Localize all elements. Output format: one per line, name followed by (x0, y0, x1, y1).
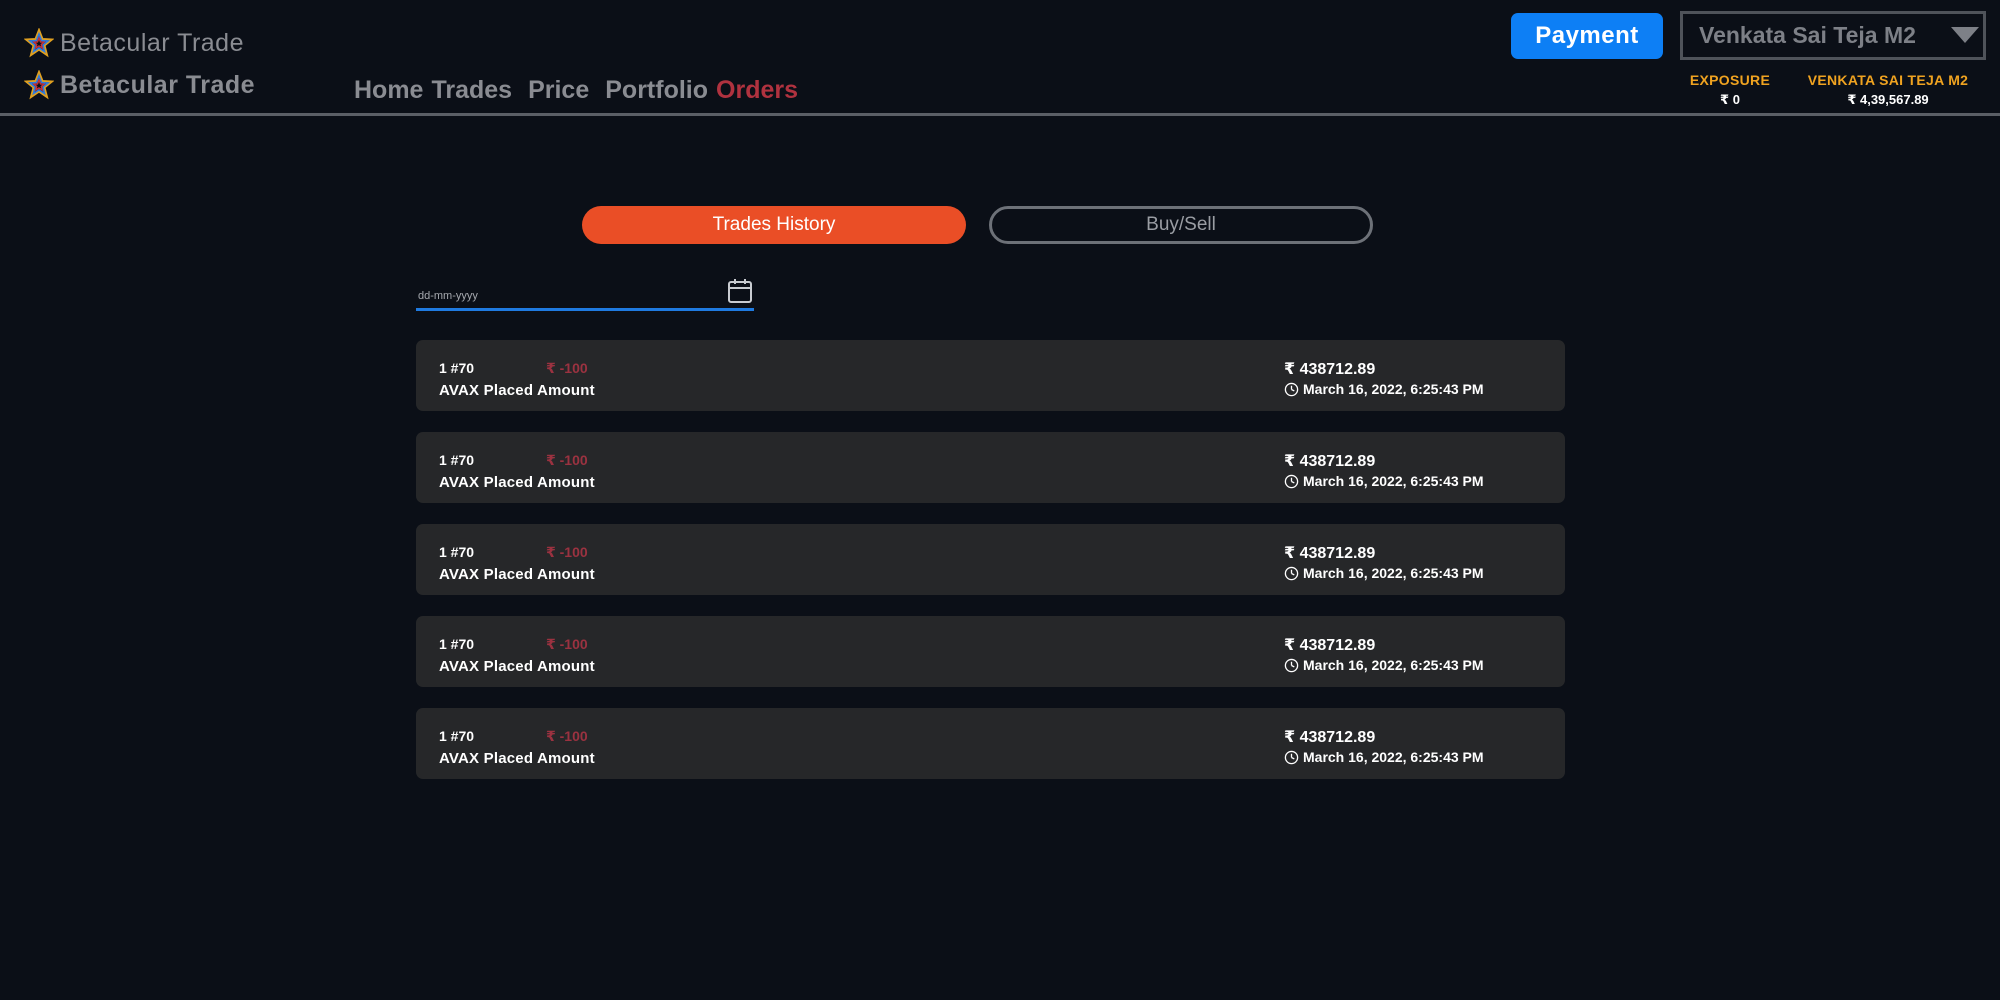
tab-buy-sell[interactable]: Buy/Sell (989, 206, 1373, 244)
star-logo-icon (24, 70, 54, 100)
trade-time-text: March 16, 2022, 6:25:43 PM (1303, 473, 1484, 489)
balance-label: VENKATA SAI TEJA M2 (1807, 72, 1969, 88)
balance-stat: VENKATA SAI TEJA M2 ₹ 4,39,567.89 (1800, 72, 1976, 108)
trade-time-text: March 16, 2022, 6:25:43 PM (1303, 749, 1484, 765)
clock-icon (1284, 474, 1299, 488)
nav-orders[interactable]: Orders (716, 76, 798, 105)
nav-trades[interactable]: Trades (431, 76, 512, 105)
nav-price[interactable]: Price (528, 76, 589, 105)
trade-row[interactable]: 1 #70 ₹ -100 AVAX Placed Amount ₹ 438712… (416, 432, 1565, 503)
exposure-value: ₹ 0 (1720, 92, 1740, 107)
trade-qty: 1 #70 (439, 544, 475, 560)
balance-value: ₹ 4,39,567.89 (1847, 92, 1929, 107)
user-dropdown[interactable]: Venkata Sai Teja M2 (1680, 11, 1986, 60)
tab-trades-history[interactable]: Trades History (582, 206, 966, 244)
caret-down-icon (1951, 27, 1979, 43)
star-logo-icon (24, 28, 54, 58)
payment-button[interactable]: Payment (1511, 13, 1663, 59)
calendar-icon[interactable] (727, 278, 753, 304)
trade-row[interactable]: 1 #70 ₹ -100 AVAX Placed Amount ₹ 438712… (416, 616, 1565, 687)
trade-description: AVAX Placed Amount (439, 382, 595, 399)
exposure-stat: EXPOSURE ₹ 0 (1680, 72, 1780, 108)
trade-amount: ₹ 438712.89 (1284, 453, 1376, 470)
trade-delta: ₹ -100 (546, 544, 588, 560)
trade-qty: 1 #70 (439, 452, 475, 468)
trade-time: March 16, 2022, 6:25:43 PM (1284, 473, 1484, 489)
trade-time-text: March 16, 2022, 6:25:43 PM (1303, 565, 1484, 581)
trade-description: AVAX Placed Amount (439, 566, 595, 583)
nav-home[interactable]: Home (354, 76, 423, 105)
trade-amount: ₹ 438712.89 (1284, 361, 1376, 378)
trade-delta: ₹ -100 (546, 360, 588, 376)
top-header: Betacular Trade Betacular Trade Home Tra… (0, 0, 2000, 116)
brand-name: Betacular Trade (60, 70, 256, 99)
trade-row[interactable]: 1 #70 ₹ -100 AVAX Placed Amount ₹ 438712… (416, 524, 1565, 595)
trade-row[interactable]: 1 #70 ₹ -100 AVAX Placed Amount ₹ 438712… (416, 340, 1565, 411)
trade-list: 1 #70 ₹ -100 AVAX Placed Amount ₹ 438712… (416, 340, 1565, 800)
trade-time: March 16, 2022, 6:25:43 PM (1284, 749, 1484, 765)
brand-logo-top[interactable]: Betacular Trade (24, 28, 244, 58)
clock-icon (1284, 658, 1299, 672)
trade-delta: ₹ -100 (546, 636, 588, 652)
trade-amount: ₹ 438712.89 (1284, 545, 1376, 562)
user-dropdown-value: Venkata Sai Teja M2 (1699, 22, 1916, 48)
trade-description: AVAX Placed Amount (439, 750, 595, 767)
trade-description: AVAX Placed Amount (439, 658, 595, 675)
trade-delta: ₹ -100 (546, 728, 588, 744)
brand-logo-bottom[interactable]: Betacular Trade (24, 70, 255, 100)
trade-time-text: March 16, 2022, 6:25:43 PM (1303, 381, 1484, 397)
trade-description: AVAX Placed Amount (439, 474, 595, 491)
clock-icon (1284, 566, 1299, 580)
trade-qty: 1 #70 (439, 360, 475, 376)
trade-amount: ₹ 438712.89 (1284, 729, 1376, 746)
nav-portfolio[interactable]: Portfolio (605, 76, 708, 105)
trade-time: March 16, 2022, 6:25:43 PM (1284, 381, 1484, 397)
trade-time: March 16, 2022, 6:25:43 PM (1284, 657, 1484, 673)
trade-amount: ₹ 438712.89 (1284, 637, 1376, 654)
trade-qty: 1 #70 (439, 636, 475, 652)
clock-icon (1284, 750, 1299, 764)
date-filter (416, 276, 754, 311)
exposure-label: EXPOSURE (1689, 72, 1771, 88)
trade-time-text: March 16, 2022, 6:25:43 PM (1303, 657, 1484, 673)
brand-name: Betacular Trade (60, 28, 244, 57)
date-input[interactable] (418, 288, 698, 304)
trade-delta: ₹ -100 (546, 452, 588, 468)
main-nav: Home Trades Price Portfolio Orders (354, 76, 814, 105)
trade-qty: 1 #70 (439, 728, 475, 744)
clock-icon (1284, 382, 1299, 396)
trade-row[interactable]: 1 #70 ₹ -100 AVAX Placed Amount ₹ 438712… (416, 708, 1565, 779)
trade-time: March 16, 2022, 6:25:43 PM (1284, 565, 1484, 581)
